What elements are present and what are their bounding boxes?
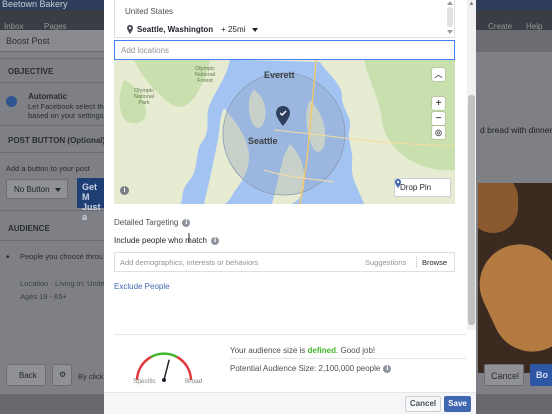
tip-text: Just a (82, 202, 101, 222)
zoom-in-button[interactable]: + (432, 97, 445, 110)
info-icon[interactable]: i (383, 364, 392, 373)
exclude-people-link[interactable]: Exclude People (114, 282, 170, 291)
info-icon[interactable]: i (210, 236, 219, 245)
objective-desc: Let Facebook select the (28, 102, 108, 111)
location-map[interactable]: ︿ + − ◎ Everett Seattle Olympic National… (114, 60, 455, 204)
save-button[interactable]: Save (444, 396, 471, 412)
audience-size-prefix: Your audience size is (230, 346, 306, 355)
scroll-up-icon[interactable] (447, 1, 453, 5)
boost-post-title: Boost Post (6, 36, 50, 46)
zoom-out-button[interactable]: − (432, 112, 445, 125)
back-button[interactable]: Back (6, 364, 46, 386)
chevron-down-icon[interactable] (252, 27, 259, 32)
drop-pin-label: Drop Pin (400, 183, 432, 192)
selected-locations-box: United States Seattle, Washington + 25mi (114, 0, 455, 38)
boost-post-panel: Boost Post OBJECTIVE Automatic Let Faceb… (0, 30, 108, 414)
objective-option: Automatic (28, 92, 68, 101)
preview-header (476, 30, 552, 52)
bread-photo (478, 183, 552, 373)
audience-header: AUDIENCE (8, 224, 50, 233)
cancel-button[interactable]: Cancel (405, 396, 441, 412)
expand-map-icon[interactable]: ︿ (432, 68, 445, 81)
modal-scroll-area[interactable]: United States Seattle, Washington + 25mi (104, 0, 464, 330)
objective-header: OBJECTIVE (8, 67, 54, 76)
preview-cancel-button[interactable]: Cancel (484, 364, 524, 386)
scroll-down-icon[interactable] (447, 30, 453, 34)
post-preview-panel: d bread with dinner Cancel Bo (476, 30, 552, 414)
objective-desc: based on your settings (28, 111, 104, 120)
gauge-specific-label: Specific (133, 378, 156, 385)
map-label-olympic-forest: Olympic National Forest (194, 66, 216, 84)
map-label-everett: Everett (264, 70, 295, 80)
pin-icon (395, 179, 401, 188)
audience-editor-modal: United States Seattle, Washington + 25mi (104, 0, 476, 414)
audience-size-suffix: . Good job! (336, 346, 376, 355)
location-item[interactable]: Seattle, Washington + 25mi (127, 25, 259, 34)
gauge-broad-label: Broad (185, 378, 203, 385)
post-button-header: POST BUTTON (Optional) (8, 136, 106, 145)
browse-button[interactable]: Browse (422, 258, 447, 267)
modal-scrollbar[interactable]: ▲ (467, 0, 476, 330)
potential-audience-row: Potential Audience Size: 2,100,000 peopl… (230, 364, 392, 373)
audience-size-defined: defined (307, 346, 336, 355)
gear-icon: ⚙ (59, 370, 67, 379)
audience-option[interactable]: People you choose throu (20, 252, 103, 261)
drop-pin-button[interactable]: Drop Pin (394, 178, 451, 197)
bakery-name: Beetown Bakery (2, 0, 68, 9)
locate-icon[interactable]: ◎ (432, 126, 445, 139)
bullet-icon: • (6, 252, 10, 263)
modal-footer: Cancel Save (104, 392, 476, 414)
boost-button[interactable]: Bo (530, 364, 552, 386)
terms-text: By click (78, 372, 104, 381)
add-locations-field[interactable] (114, 40, 455, 60)
location-text: Location - Living In: Unite (20, 279, 105, 288)
no-button-dropdown[interactable]: No Button (6, 179, 68, 199)
scrollbar-thumb[interactable] (468, 95, 475, 325)
info-icon[interactable]: i (182, 218, 191, 227)
gauge-needle (163, 359, 170, 381)
suggestions-button[interactable]: Suggestions (365, 258, 406, 267)
chevron-down-icon (55, 188, 61, 192)
city-name: Seattle, Washington (137, 25, 214, 34)
pin-icon (127, 25, 133, 34)
scroll-up-icon[interactable]: ▲ (468, 1, 475, 9)
age-text: Ages 18 - 65+ (20, 292, 67, 301)
radius-selector[interactable]: + 25mi (221, 25, 245, 34)
location-pin-icon[interactable] (276, 106, 290, 126)
map-label-olympic-park: Olympic National Park (133, 88, 155, 106)
tip-box: Get M Just a (77, 178, 104, 222)
preview-caption: d bread with dinner (480, 125, 552, 135)
no-button-label: No Button (14, 185, 50, 194)
include-people-label: Include people who match (114, 236, 207, 245)
add-button-text: Add a button to your post (6, 164, 90, 173)
settings-button[interactable]: ⚙ (52, 364, 72, 386)
demographics-input[interactable] (115, 253, 363, 271)
detailed-targeting-label: Detailed Targeting (114, 218, 179, 227)
text-cursor-icon (188, 233, 190, 243)
add-locations-input[interactable] (115, 41, 454, 59)
map-info-icon[interactable]: i (120, 186, 129, 195)
country-label: United States (125, 7, 174, 16)
detailed-targeting-row: Detailed Targeting i (114, 218, 191, 227)
potential-audience-size: Potential Audience Size: 2,100,000 peopl… (230, 364, 381, 373)
include-people-row: Include people who match i (114, 236, 219, 245)
back-label: Back (19, 371, 37, 380)
objective-radio[interactable] (6, 96, 17, 107)
locations-scrollbar[interactable] (446, 1, 454, 36)
tip-text: Get M (82, 182, 98, 202)
audience-size-status: Your audience size is defined. Good job! (230, 346, 375, 355)
detailed-targeting-field[interactable]: Suggestions Browse (114, 252, 455, 272)
map-label-seattle: Seattle (248, 136, 278, 146)
